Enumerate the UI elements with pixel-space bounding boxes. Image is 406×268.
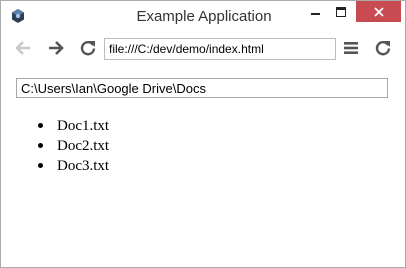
refresh-icon: [375, 41, 391, 56]
close-icon: [373, 6, 384, 17]
bullet-icon: [38, 143, 43, 148]
file-name: Doc2.txt: [57, 138, 110, 154]
reload-icon: [80, 41, 96, 56]
menu-button[interactable]: [339, 36, 363, 60]
hamburger-menu-icon: [344, 42, 358, 54]
arrow-left-icon: [15, 41, 30, 55]
file-name: Doc1.txt: [57, 118, 110, 134]
bullet-icon: [38, 123, 43, 128]
refresh-button[interactable]: [371, 36, 395, 60]
url-input[interactable]: [104, 38, 336, 60]
minimize-icon: [310, 13, 320, 15]
reload-button[interactable]: [76, 36, 100, 60]
maximize-button[interactable]: [329, 1, 353, 22]
back-button[interactable]: [11, 36, 35, 60]
file-list: Doc1.txt Doc2.txt Doc3.txt: [17, 116, 109, 176]
minimize-button[interactable]: [303, 1, 327, 22]
bullet-icon: [38, 163, 43, 168]
file-name: Doc3.txt: [57, 158, 110, 174]
app-window: Example Application file:///C:/dev/demo/…: [0, 0, 406, 268]
forward-button[interactable]: [44, 36, 68, 60]
list-item[interactable]: Doc3.txt: [38, 156, 110, 176]
title-bar[interactable]: Example Application: [1, 1, 405, 32]
maximize-icon: [336, 6, 346, 17]
arrow-right-icon: [49, 41, 64, 55]
list-item[interactable]: Doc2.txt: [38, 136, 110, 156]
path-input[interactable]: [16, 78, 388, 98]
toolbar: [1, 32, 405, 65]
list-item[interactable]: Doc1.txt: [38, 116, 110, 136]
close-button[interactable]: [356, 1, 401, 22]
page-content: Doc1.txt Doc2.txt Doc3.txt: [1, 67, 405, 265]
